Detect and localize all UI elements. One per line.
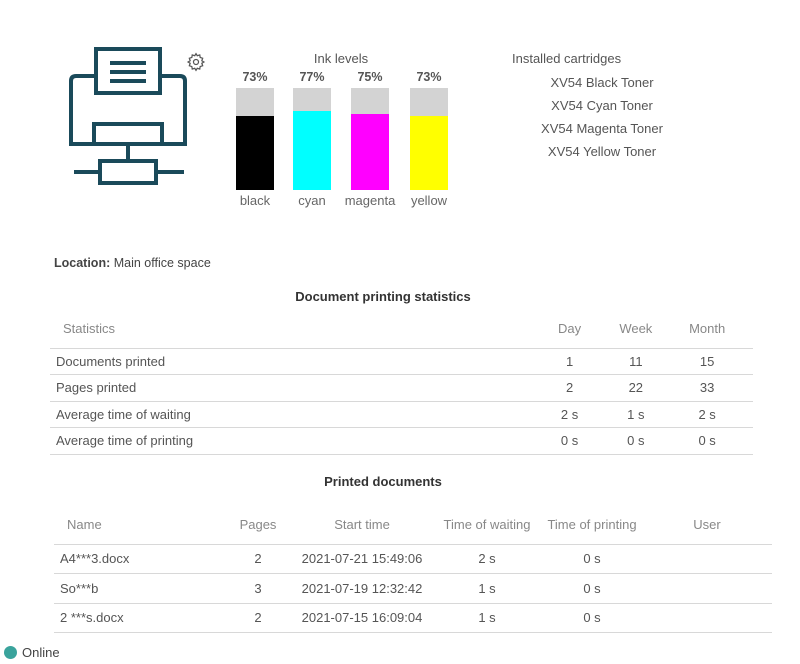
ink-fill: [351, 113, 389, 190]
stats-cell: 0 s: [661, 427, 753, 455]
cartridge-list: XV54 Black Toner XV54 Cyan Toner XV54 Ma…: [512, 74, 692, 166]
status-dot-icon: [4, 646, 17, 659]
stats-cell: 2 s: [661, 400, 753, 428]
ink-track: [293, 88, 331, 190]
cartridge-item: XV54 Magenta Toner: [541, 121, 663, 136]
document-cell: 1 s: [432, 602, 542, 633]
stats-cell: 22: [610, 374, 662, 401]
document-cell: 0 s: [542, 602, 642, 633]
ink-percent-label: 75%: [357, 70, 383, 84]
documents-header: Time of waiting: [443, 516, 531, 532]
stats-cell: 33: [661, 374, 753, 401]
cartridge-item: XV54 Yellow Toner: [547, 144, 657, 159]
stats-table: Statistics Day Week Month Documents prin…: [50, 310, 753, 455]
stats-cell: 2: [528, 374, 611, 401]
stats-header: Day: [558, 321, 582, 337]
stats-cell: 15: [661, 347, 753, 375]
stats-cell: 2 s: [528, 400, 611, 428]
location-value: Main office space: [113, 256, 211, 270]
document-cell: 0 s: [542, 573, 642, 603]
document-cell: 2 ***s.docx: [54, 602, 224, 633]
ink-color-label: yellow: [410, 193, 448, 208]
document-cell: A4***3.docx: [54, 543, 224, 574]
documents-header: Pages: [239, 516, 277, 532]
documents-header: Start time: [334, 516, 390, 532]
stats-row: Average time of waiting 2 s 1 s 2 s: [50, 400, 753, 428]
stats-cell: Average time of printing: [50, 427, 529, 455]
stats-cell: 11: [610, 347, 662, 375]
printer-icon: [69, 47, 187, 185]
stats-header: Month: [689, 321, 726, 337]
ink-percent-label: 77%: [299, 70, 325, 84]
ink-percent-label: 73%: [242, 70, 268, 84]
location: Location: Main office space: [54, 256, 211, 270]
ink-levels-title: Ink levels: [313, 51, 369, 66]
status-indicator: Online: [4, 645, 60, 660]
document-row[interactable]: 2 ***s.docx 2 2021-07-15 16:09:04 1 s 0 …: [54, 602, 772, 633]
document-cell: 2 s: [432, 543, 542, 574]
stats-row: Documents printed 1 11 15: [50, 347, 753, 375]
ink-track: [410, 88, 448, 190]
document-cell: 0 s: [542, 543, 642, 574]
document-cell: 2: [224, 602, 292, 633]
document-row[interactable]: So***b 3 2021-07-19 12:32:42 1 s 0 s: [54, 573, 772, 603]
stats-header: Week: [619, 321, 653, 337]
ink-track: [351, 88, 389, 190]
ink-track: [236, 88, 274, 190]
stats-cell: 0 s: [610, 427, 662, 455]
document-cell: 1 s: [432, 573, 542, 603]
documents-title: Printed documents: [324, 474, 442, 489]
status-text: Online: [22, 645, 60, 660]
document-cell: 2: [224, 543, 292, 574]
stats-row: Average time of printing 0 s 0 s 0 s: [50, 427, 753, 455]
documents-header: User: [693, 516, 721, 532]
document-cell: 2021-07-19 12:32:42: [292, 573, 432, 603]
stats-cell: Pages printed: [50, 374, 529, 401]
stats-header-row: Statistics Day Week Month: [50, 310, 753, 348]
ink-percent-label: 73%: [416, 70, 442, 84]
documents-header-row: Name Pages Start time Time of waiting Ti…: [54, 505, 772, 544]
ink-bar-yellow: 73% yellow: [409, 68, 449, 208]
document-row[interactable]: A4***3.docx 2 2021-07-21 15:49:06 2 s 0 …: [54, 543, 772, 574]
stats-header: Statistics: [63, 321, 116, 337]
documents-header: Time of printing: [547, 516, 637, 532]
stats-cell: 1: [528, 347, 611, 375]
gear-icon[interactable]: [186, 52, 206, 72]
documents-table: Name Pages Start time Time of waiting Ti…: [54, 505, 772, 633]
ink-bar-magenta: 75% magenta: [345, 68, 396, 208]
stats-cell: 0 s: [528, 427, 611, 455]
document-cell: 2021-07-21 15:49:06: [292, 543, 432, 574]
cartridge-item: XV54 Black Toner: [550, 75, 654, 90]
stats-title: Document printing statistics: [295, 289, 471, 304]
ink-fill: [410, 115, 448, 190]
ink-fill: [236, 115, 274, 190]
ink-fill: [293, 111, 331, 190]
document-cell: So***b: [54, 573, 224, 603]
ink-bar-black: 73% black: [235, 68, 275, 208]
ink-bar-cyan: 77% cyan: [292, 68, 332, 208]
document-cell: [642, 543, 772, 574]
installed-cartridges-title: Installed cartridges: [512, 51, 622, 66]
document-cell: [642, 573, 772, 603]
stats-cell: Average time of waiting: [50, 400, 529, 428]
documents-header: Name: [67, 516, 102, 532]
stats-cell: Documents printed: [50, 347, 529, 375]
document-cell: [642, 602, 772, 633]
cartridge-item: XV54 Cyan Toner: [551, 98, 653, 113]
location-label: Location:: [54, 256, 111, 270]
stats-cell: 1 s: [610, 400, 662, 428]
document-cell: 2021-07-15 16:09:04: [292, 602, 432, 633]
stats-row: Pages printed 2 22 33: [50, 374, 753, 401]
document-cell: 3: [224, 573, 292, 603]
